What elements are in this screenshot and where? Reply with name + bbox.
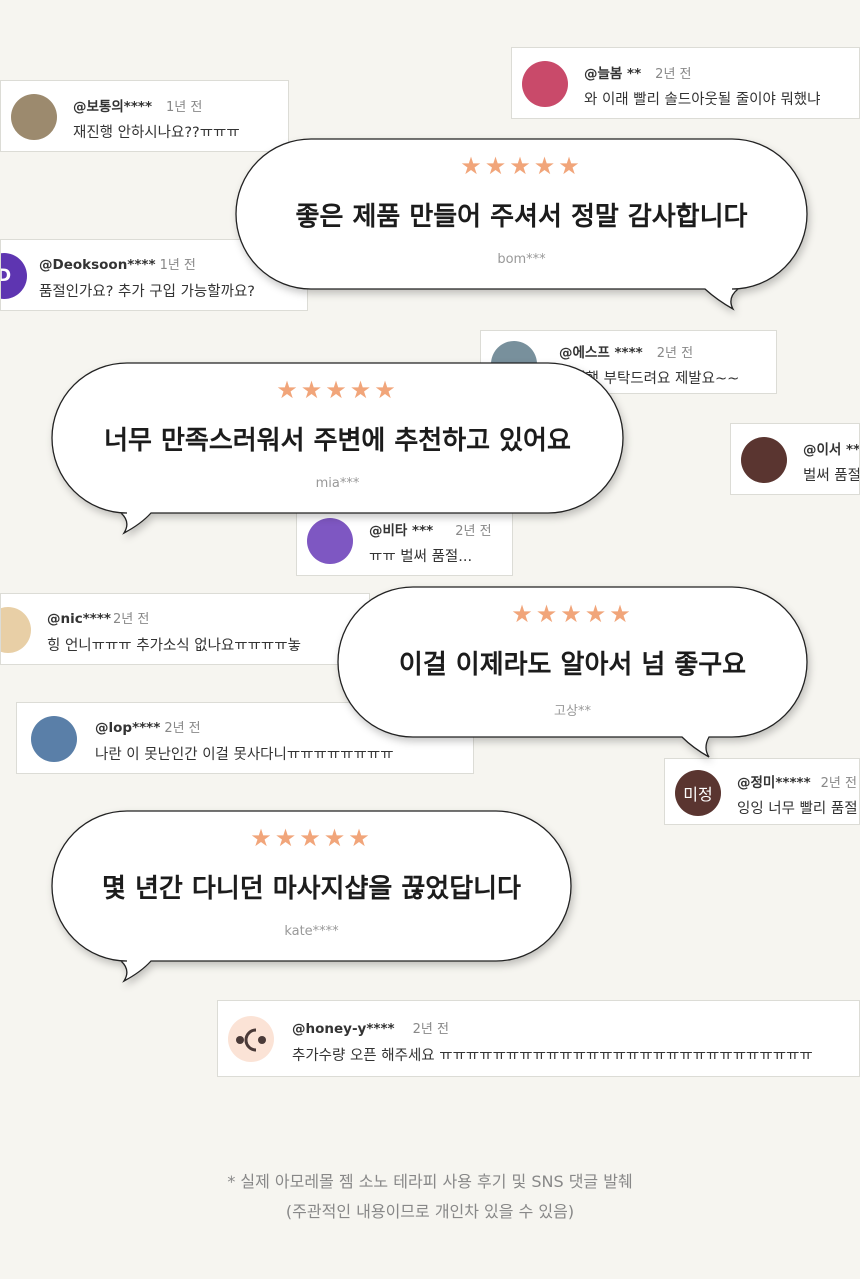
comment-text: 재진행 안하시나요??ㅠㅠㅠ: [73, 125, 240, 141]
avatar: [522, 61, 568, 107]
avatar: D: [1, 253, 27, 299]
comment-text: 와 이래 빨리 솔드아웃될 줄이야 뭐했냐: [584, 92, 821, 108]
review-author: mia***: [315, 476, 360, 491]
review-author: kate****: [284, 924, 339, 939]
disclaimer-line: * 실제 아모레몰 젬 소노 테라피 사용 후기 및 SNS 댓글 발췌: [227, 1172, 633, 1191]
avatar: [31, 716, 77, 762]
review-author: bom***: [497, 252, 546, 267]
comment-card: @nic**** 2년 전 힝 언니ㅠㅠㅠ 추가소식 없나요ㅠㅠㅠㅠ놓: [0, 593, 370, 665]
review-bubble: ★★★★★ 몇 년간 다니던 마사지샵을 끊었답니다 kate****: [51, 810, 572, 985]
comment-text: ㅠㅠ 벌써 품절...: [369, 549, 473, 565]
comment-time: 1년 전: [159, 258, 196, 273]
comment-user: @늘봄 **: [584, 66, 642, 82]
review-bubble: ★★★★★ 이걸 이제라도 알아서 넘 좋구요 고상**: [337, 586, 808, 761]
review-text: 너무 만족스러워서 주변에 추천하고 있어요: [104, 426, 571, 456]
review-author: 고상**: [554, 704, 591, 719]
rating-stars: ★★★★★: [276, 376, 399, 404]
comment-card: @이서 ** 벌써 품절: [730, 423, 860, 495]
comment-user: @이서 **: [803, 442, 860, 458]
review-text: 몇 년간 다니던 마사지샵을 끊었답니다: [102, 874, 521, 904]
comment-text: 벌써 품절: [803, 468, 860, 484]
avatar: [741, 437, 787, 483]
review-text: 좋은 제품 만들어 주셔서 정말 감사합니다: [295, 202, 748, 232]
comment-time: 2년 전: [412, 1022, 449, 1037]
comment-user: @보통의****: [73, 99, 152, 115]
comment-time: 2년 전: [656, 346, 694, 361]
avatar: [1, 607, 31, 653]
comment-text: 추가수량 오픈 해주세요 ㅠㅠㅠㅠㅠㅠㅠㅠㅠㅠㅠㅠㅠㅠㅠㅠㅠㅠㅠㅠㅠㅠㅠㅠㅠㅠㅠ…: [292, 1048, 813, 1064]
avatar: [11, 94, 57, 140]
avatar: 미정: [675, 770, 721, 816]
comment-user: @lop****: [95, 720, 161, 736]
comment-user: @정미*****: [737, 775, 811, 791]
rating-stars: ★★★★★: [460, 152, 583, 180]
comment-time: 2년 전: [655, 67, 692, 82]
comment-card: @honey-y**** 2년 전 추가수량 오픈 해주세요 ㅠㅠㅠㅠㅠㅠㅠㅠㅠㅠ…: [217, 1000, 860, 1077]
review-text: 이걸 이제라도 알아서 넘 좋구요: [398, 650, 747, 680]
face-icon: [236, 1028, 266, 1052]
comment-time: 2년 전: [164, 721, 201, 736]
comment-time: 1년 전: [166, 100, 203, 115]
comment-card: 미정 @정미***** 2년 전 잉잉 너무 빨리 품절: [664, 758, 860, 825]
comment-text: 힝 언니ㅠㅠㅠ 추가소식 없나요ㅠㅠㅠㅠ놓: [47, 638, 301, 654]
comment-user: @Deoksoon****: [39, 257, 156, 273]
comment-user: @honey-y****: [292, 1021, 395, 1037]
comment-time: 2년 전: [820, 776, 857, 791]
comment-user: @nic****: [47, 611, 111, 627]
comment-card: @늘봄 ** 2년 전 와 이래 빨리 솔드아웃될 줄이야 뭐했냐: [511, 47, 860, 119]
comment-time: 2년 전: [112, 612, 150, 627]
review-bubble: ★★★★★ 좋은 제품 만들어 주셔서 정말 감사합니다 bom***: [235, 138, 808, 313]
comment-text: 잉잉 너무 빨리 품절: [737, 801, 858, 817]
comment-text: 품절인가요? 추가 구입 가능할까요?: [39, 284, 255, 300]
avatar: [228, 1016, 274, 1062]
review-bubble: ★★★★★ 너무 만족스러워서 주변에 추천하고 있어요 mia***: [51, 362, 624, 537]
comment-user: @에스프 ****: [559, 345, 643, 361]
rating-stars: ★★★★★: [250, 824, 373, 852]
rating-stars: ★★★★★: [511, 600, 634, 628]
disclaimer-subline: (주관적인 내용이므로 개인차 있을 수 있음): [285, 1202, 575, 1221]
